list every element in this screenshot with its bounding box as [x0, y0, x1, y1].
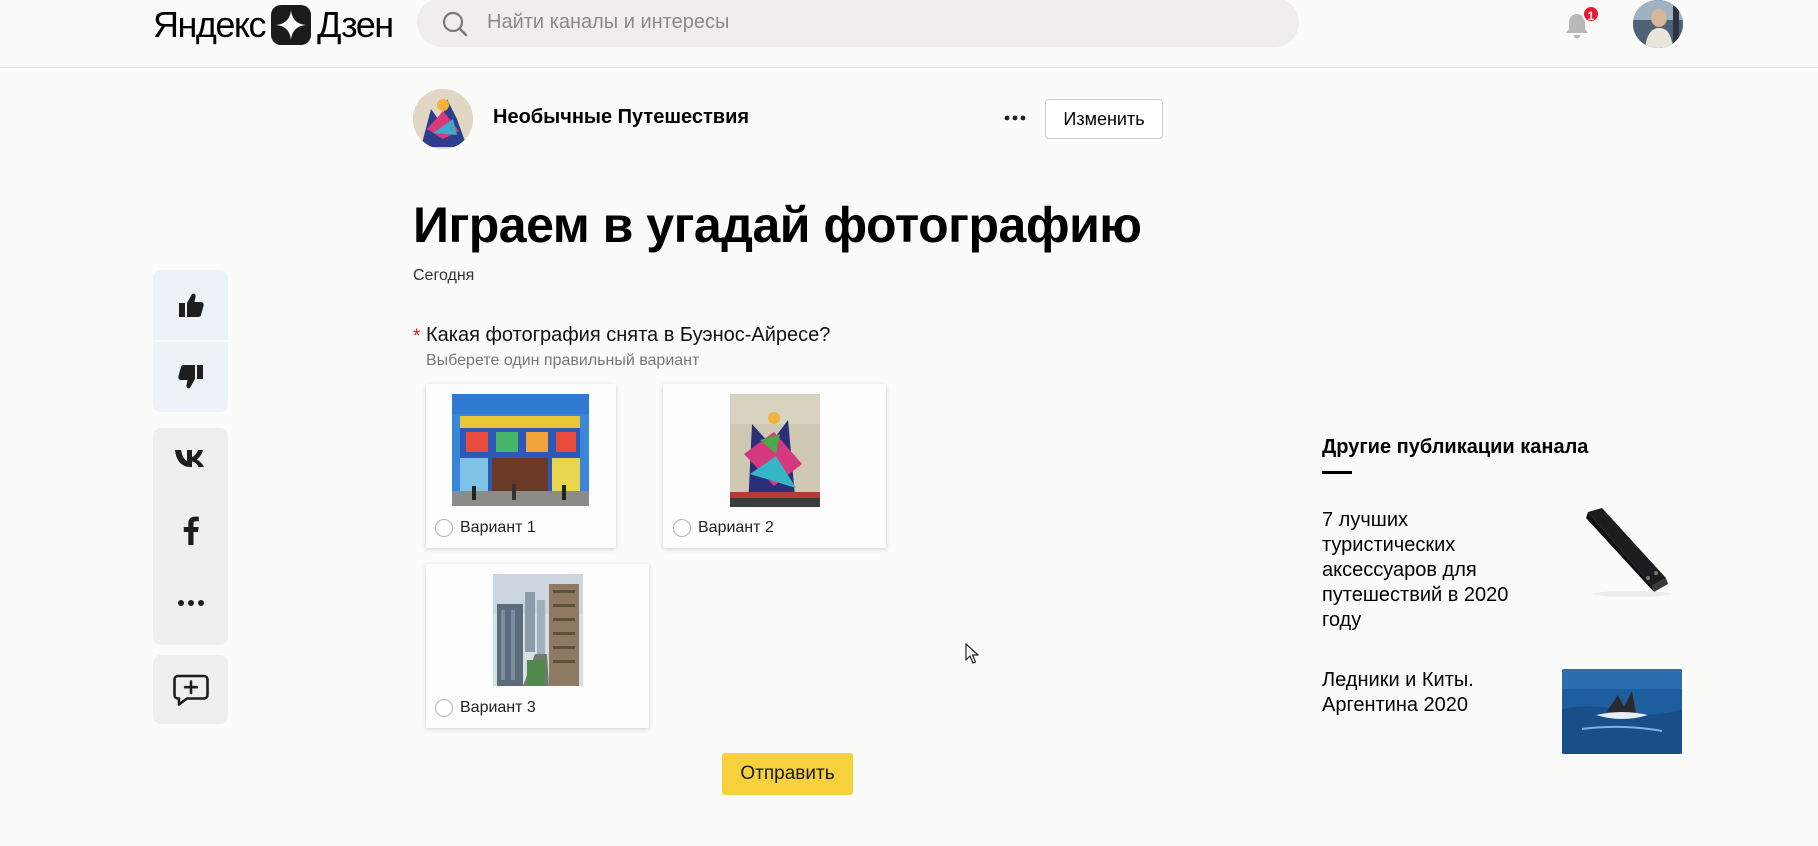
submit-button[interactable]: Отправить	[722, 753, 853, 795]
comment-panel	[153, 655, 228, 724]
yandex-zen-logo[interactable]: Яндекс Дзен	[153, 4, 394, 46]
reaction-panel	[153, 270, 228, 412]
thumbs-down-icon	[177, 365, 203, 389]
add-comment-button[interactable]	[153, 660, 228, 720]
option-2-radio[interactable]	[673, 519, 691, 537]
article-title: Играем в угадай фотографию	[413, 197, 1142, 253]
publication-thumb-2[interactable]	[1562, 669, 1682, 754]
thumbs-up-icon	[178, 293, 204, 317]
publication-title-2[interactable]: Ледники и Киты. Аргентина 2020	[1322, 668, 1527, 718]
publication-title-1[interactable]: 7 лучших туристических аксессуаров для п…	[1322, 508, 1527, 633]
vk-icon	[174, 450, 204, 467]
dislike-button[interactable]	[153, 347, 228, 407]
share-more-button[interactable]	[153, 573, 228, 633]
panel-divider	[153, 340, 228, 342]
share-panel	[153, 428, 228, 645]
channel-name[interactable]: Необычные Путешествия	[493, 106, 749, 129]
option-1-radio[interactable]	[435, 519, 453, 537]
search-icon	[442, 11, 468, 42]
quiz-hint: Выберете один правильный вариант	[426, 352, 700, 369]
edit-button[interactable]: Изменить	[1045, 99, 1163, 139]
mouse-cursor-icon	[965, 643, 979, 670]
option-1-photo[interactable]	[452, 394, 589, 506]
zen-star-icon	[271, 5, 312, 45]
quiz-option-2[interactable]: Вариант 2	[663, 384, 886, 548]
option-1-label[interactable]: Вариант 1	[460, 519, 536, 537]
logo-text-yandex: Яндекс	[153, 4, 267, 45]
logo-text-zen: Дзен	[317, 4, 394, 45]
channel-avatar[interactable]	[413, 89, 473, 149]
search-bar[interactable]	[417, 0, 1299, 47]
more-dots-icon	[177, 600, 204, 606]
article-date: Сегодня	[413, 267, 475, 284]
option-3-photo[interactable]	[493, 574, 583, 686]
share-vk-button[interactable]	[153, 428, 228, 488]
share-facebook-button[interactable]	[153, 500, 228, 560]
option-2-label[interactable]: Вариант 2	[698, 519, 774, 537]
top-header: Яндекс Дзен 1	[0, 0, 1818, 68]
quiz-option-3[interactable]: Вариант 3	[426, 564, 649, 728]
sidebar-title: Другие публикации канала	[1322, 436, 1589, 458]
option-3-label[interactable]: Вариант 3	[460, 699, 536, 717]
quiz-question: Какая фотография снята в Буэнос-Айресе?	[426, 324, 831, 346]
search-input[interactable]	[487, 0, 1267, 47]
publication-thumb-1[interactable]	[1562, 506, 1682, 600]
like-button[interactable]	[153, 275, 228, 335]
sidebar-title-underline	[1322, 471, 1352, 474]
user-avatar[interactable]	[1633, 0, 1683, 48]
comment-plus-icon	[172, 674, 209, 706]
option-3-radio[interactable]	[435, 699, 453, 717]
notification-badge: 1	[1582, 5, 1600, 23]
required-marker: *	[413, 326, 421, 347]
option-2-photo[interactable]	[730, 394, 820, 507]
channel-menu-icon[interactable]	[1003, 108, 1027, 128]
facebook-icon	[183, 516, 199, 545]
quiz-option-1[interactable]: Вариант 1	[426, 384, 616, 548]
